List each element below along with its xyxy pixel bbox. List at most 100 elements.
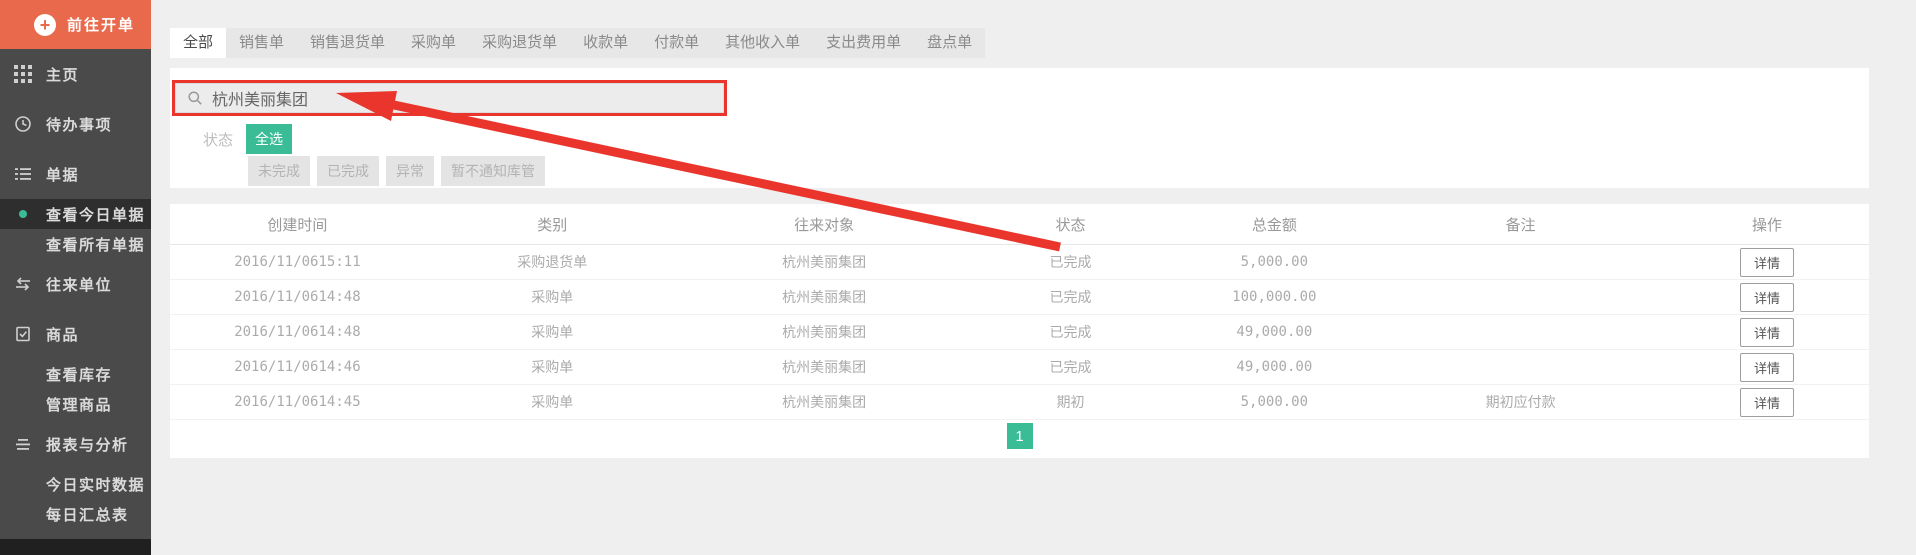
table-row: 2016/11/0614:48 采购单 杭州美丽集团 已完成 100,000.00 详情 (170, 279, 1869, 315)
sidebar-item-label: 查看今日单据 (46, 206, 146, 224)
tab-sales-return[interactable]: 销售退货单 (297, 28, 398, 58)
col-created-time: 创建时间 (170, 204, 425, 245)
sidebar-item-reports[interactable]: 报表与分析 (0, 419, 151, 469)
col-category: 类别 (424, 204, 680, 245)
sidebar-item-orders[interactable]: 单据 (0, 149, 151, 199)
cell-party: 杭州美丽集团 (679, 279, 969, 315)
cell-note (1376, 244, 1666, 280)
clipboard-icon (14, 325, 32, 343)
sidebar-item-label: 查看所有单据 (46, 236, 146, 254)
table-row: 2016/11/0614:46 采购单 杭州美丽集团 已完成 49,000.00 详情 (170, 349, 1869, 385)
page-1-button[interactable]: 1 (1006, 423, 1033, 449)
cell-party: 杭州美丽集团 (679, 349, 969, 385)
tab-sales[interactable]: 销售单 (226, 28, 297, 58)
cell-action: 详情 (1665, 384, 1869, 420)
active-indicator-dot (19, 210, 27, 218)
col-party: 往来对象 (679, 204, 969, 245)
filter-option-finished[interactable]: 已完成 (317, 156, 379, 186)
sidebar-item-today-realtime[interactable]: 今日实时数据 (0, 469, 151, 499)
cell-category: 采购单 (424, 314, 680, 350)
detail-button[interactable]: 详情 (1740, 317, 1795, 347)
cell-action: 详情 (1665, 279, 1869, 315)
cell-created-time: 2016/11/0614:48 (170, 279, 425, 315)
cell-action: 详情 (1665, 314, 1869, 350)
cell-created-time: 2016/11/0614:46 (170, 349, 425, 385)
annotation-highlight-box: 杭州美丽集团 (172, 80, 727, 116)
search-panel: 杭州美丽集团 状态 全选 未完成 已完成 异常 暂不通知库管 (170, 68, 1869, 188)
new-order-label: 前往开单 (67, 17, 136, 34)
sidebar-item-label: 报表与分析 (46, 436, 129, 454)
cell-amount: 49,000.00 (1172, 349, 1377, 385)
tab-purchase[interactable]: 采购单 (398, 28, 469, 58)
cell-created-time: 2016/11/0615:11 (170, 244, 425, 280)
sidebar-item-home[interactable]: 主页 (0, 49, 151, 99)
detail-button[interactable]: 详情 (1740, 282, 1795, 312)
cell-amount: 5,000.00 (1172, 244, 1377, 280)
sidebar-item-label: 查看库存 (46, 366, 113, 384)
table-row: 2016/11/0615:11 采购退货单 杭州美丽集团 已完成 5,000.00 详情 (170, 244, 1869, 280)
table-row: 2016/11/0614:45 采购单 杭州美丽集团 期初 5,000.00 期初应付款 详… (170, 384, 1869, 420)
sidebar-item-all-orders[interactable]: 查看所有单据 (0, 229, 151, 259)
sidebar-item-today-orders[interactable]: 查看今日单据 (0, 199, 151, 229)
sidebar-item-label: 单据 (46, 166, 80, 184)
cell-note (1376, 314, 1666, 350)
detail-button[interactable]: 详情 (1740, 352, 1795, 382)
cell-status: 已完成 (968, 314, 1173, 350)
sidebar-item-label: 商品 (46, 326, 80, 344)
cell-party: 杭州美丽集团 (679, 244, 969, 280)
tab-purchase-return[interactable]: 采购退货单 (469, 28, 570, 58)
sidebar-item-label: 主页 (46, 66, 80, 84)
tab-bar: 全部 销售单 销售退货单 采购单 采购退货单 收款单 付款单 其他收入单 支出费用单 盘点单 (170, 28, 986, 58)
clock-icon (14, 115, 32, 133)
cell-category: 采购退货单 (424, 244, 680, 280)
main-content: 全部 销售单 销售退货单 采购单 采购退货单 收款单 付款单 其他收入单 支出费用单 盘点单 杭州… (170, 0, 1869, 555)
cell-status: 期初 (968, 384, 1173, 420)
search-icon (188, 91, 202, 105)
cell-amount: 49,000.00 (1172, 314, 1377, 350)
sidebar-item-view-inventory[interactable]: 查看库存 (0, 359, 151, 389)
grid-icon (14, 65, 32, 83)
filter-option-unfinished[interactable]: 未完成 (248, 156, 310, 186)
sidebar-item-contacts[interactable]: 往来单位 (0, 259, 151, 309)
filter-option-abnormal[interactable]: 异常 (386, 156, 434, 186)
sidebar-item-daily-summary[interactable]: 每日汇总表 (0, 499, 151, 529)
search-input[interactable]: 杭州美丽集团 (175, 83, 724, 113)
plus-icon: + (34, 13, 56, 36)
new-order-button[interactable]: + 前往开单 (0, 0, 151, 49)
page: + 前往开单 主页待办事项单据查看今日单据 查看所有单据往来单位商品查看库存管理商… (0, 0, 1916, 555)
pagination: 1 (170, 423, 1869, 449)
cell-status: 已完成 (968, 349, 1173, 385)
col-status: 状态 (968, 204, 1173, 245)
filter-option-no-notify-warehouse[interactable]: 暂不通知库管 (441, 156, 545, 186)
sidebar-nav: 主页待办事项单据查看今日单据 查看所有单据往来单位商品查看库存管理商品报表与分析今… (0, 49, 151, 529)
filter-select-all-button[interactable]: 全选 (246, 124, 293, 154)
tab-expense[interactable]: 支出费用单 (813, 28, 914, 58)
detail-button[interactable]: 详情 (1740, 247, 1795, 277)
orders-table-panel: 创建时间 类别 往来对象 状态 总金额 备注 操作 2016/11/0615:11 采购退货单… (170, 204, 1869, 458)
col-action: 操作 (1665, 204, 1869, 245)
tab-payment[interactable]: 付款单 (641, 28, 712, 58)
sidebar-item-manage-products[interactable]: 管理商品 (0, 389, 151, 419)
cell-party: 杭州美丽集团 (679, 384, 969, 420)
tab-stocktake[interactable]: 盘点单 (914, 28, 985, 58)
table-row: 2016/11/0614:48 采购单 杭州美丽集团 已完成 49,000.00 详情 (170, 314, 1869, 350)
cell-note (1376, 279, 1666, 315)
tab-receipt[interactable]: 收款单 (570, 28, 641, 58)
detail-button[interactable]: 详情 (1740, 387, 1795, 417)
list-icon (14, 165, 32, 183)
cell-created-time: 2016/11/0614:48 (170, 314, 425, 350)
sidebar-item-products[interactable]: 商品 (0, 309, 151, 359)
sidebar-item-label: 管理商品 (46, 396, 113, 414)
tab-all[interactable]: 全部 (170, 28, 227, 58)
cell-amount: 5,000.00 (1172, 384, 1377, 420)
lines-icon (14, 435, 32, 453)
cell-category: 采购单 (424, 349, 680, 385)
status-filter: 状态 全选 (203, 124, 293, 154)
sidebar-item-label: 每日汇总表 (46, 506, 129, 524)
search-value: 杭州美丽集团 (212, 92, 309, 109)
sidebar-item-todo[interactable]: 待办事项 (0, 99, 151, 149)
sidebar: + 前往开单 主页待办事项单据查看今日单据 查看所有单据往来单位商品查看库存管理商… (0, 0, 151, 555)
sidebar-item-label: 待办事项 (46, 116, 113, 134)
table-header-row: 创建时间 类别 往来对象 状态 总金额 备注 操作 (170, 204, 1869, 245)
tab-other-income[interactable]: 其他收入单 (712, 28, 813, 58)
